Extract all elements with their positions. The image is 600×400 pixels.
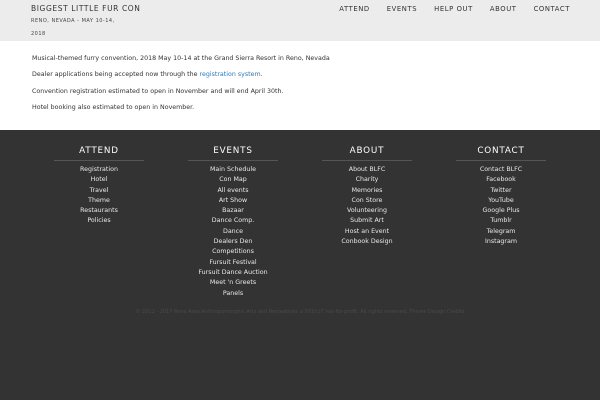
footer-link[interactable]: Submit Art	[322, 216, 412, 226]
footer-links-events: Main Schedule Con Map All events Art Show Ba…	[188, 165, 278, 299]
top-bar: BIGGEST LITTLE FUR CON RENO, NEVADA - MA…	[0, 0, 600, 41]
footer-link[interactable]: Telegram	[456, 227, 546, 237]
footer-link[interactable]: Hotel	[54, 175, 144, 185]
registration-text: Convention registration estimated to ope…	[32, 88, 284, 95]
copyright-notice: © 2012 - 2017 Reno Area Anthropomorphic …	[135, 309, 465, 315]
footer-link[interactable]: About BLFC	[322, 165, 412, 175]
footer-heading-events: EVENTS	[188, 146, 278, 161]
footer-link[interactable]: Host an Event	[322, 227, 412, 237]
registration-system-link[interactable]: registration system	[200, 71, 261, 78]
hotel-text: Hotel booking also estimated to open in …	[32, 104, 195, 111]
footer-link[interactable]: Fursuit Festival	[188, 258, 278, 268]
footer-column-contact: CONTACT Contact BLFC Facebook Twitter YouTu…	[456, 146, 546, 247]
footer-column-about: ABOUT About BLFC Charity Memories Con Store…	[322, 146, 412, 247]
footer-column-events: EVENTS Main Schedule Con Map All events Art…	[188, 146, 278, 299]
main-nav: ATTEND EVENTS HELP OUT ABOUT CONTACT	[339, 5, 570, 13]
footer-link[interactable]: Con Store	[322, 196, 412, 206]
footer-link[interactable]: Volunteering	[322, 206, 412, 216]
footer-link[interactable]: Restaurants	[54, 206, 144, 216]
site-brand[interactable]: BIGGEST LITTLE FUR CON RENO, NEVADA - MA…	[31, 4, 141, 41]
footer-link[interactable]: Bazaar	[188, 206, 278, 216]
footer-link[interactable]: Tumblr	[456, 216, 546, 226]
dealer-text-prefix: Dealer applications being accepted now t…	[32, 71, 200, 78]
footer-link[interactable]: Con Map	[188, 175, 278, 185]
footer-link[interactable]: Twitter	[456, 186, 546, 196]
footer-links-contact: Contact BLFC Facebook Twitter YouTube Google…	[456, 165, 546, 247]
footer-link[interactable]: Registration	[54, 165, 144, 175]
site-title[interactable]: BIGGEST LITTLE FUR CON	[31, 4, 141, 14]
footer-link[interactable]: Competitions	[188, 247, 278, 257]
footer-link[interactable]: All events	[188, 186, 278, 196]
footer-link[interactable]: Instagram	[456, 237, 546, 247]
footer-links-attend: Registration Hotel Travel Theme Restaurants P…	[54, 165, 144, 227]
footer-heading-contact: CONTACT	[456, 146, 546, 161]
footer: ATTEND Registration Hotel Travel Theme Resta…	[0, 130, 600, 400]
intro-text: Musical-themed furry convention, 2018 Ma…	[32, 55, 330, 62]
footer-link[interactable]: Google Plus	[456, 206, 546, 216]
footer-heading-attend: ATTEND	[54, 146, 144, 161]
footer-link[interactable]: Theme	[54, 196, 144, 206]
nav-events[interactable]: EVENTS	[387, 5, 417, 13]
footer-links-about: About BLFC Charity Memories Con Store Volunt…	[322, 165, 412, 247]
dealer-text-suffix: .	[260, 71, 263, 78]
footer-heading-about: ABOUT	[322, 146, 412, 161]
footer-link[interactable]: Policies	[54, 216, 144, 226]
main-content: Musical-themed furry convention, 2018 Ma…	[0, 41, 600, 130]
footer-link[interactable]: Contact BLFC	[456, 165, 546, 175]
footer-link[interactable]: Conbook Design	[322, 237, 412, 247]
footer-link[interactable]: Main Schedule	[188, 165, 278, 175]
footer-link[interactable]: Panels	[188, 289, 278, 299]
nav-contact[interactable]: CONTACT	[534, 5, 570, 13]
footer-link[interactable]: Memories	[322, 186, 412, 196]
nav-attend[interactable]: ATTEND	[339, 5, 370, 13]
footer-link[interactable]: Charity	[322, 175, 412, 185]
site-tagline: RENO, NEVADA - MAY 10-14, 2018	[31, 18, 115, 37]
footer-link[interactable]: Dealers Den	[188, 237, 278, 247]
footer-link[interactable]: Facebook	[456, 175, 546, 185]
nav-about[interactable]: ABOUT	[490, 5, 517, 13]
footer-link[interactable]: Art Show	[188, 196, 278, 206]
footer-link[interactable]: Dance Comp.	[188, 216, 278, 226]
footer-column-attend: ATTEND Registration Hotel Travel Theme Resta…	[54, 146, 144, 227]
nav-help-out[interactable]: HELP OUT	[434, 5, 473, 13]
footer-link[interactable]: Meet 'n Greets	[188, 278, 278, 288]
footer-link[interactable]: Dance	[188, 227, 278, 237]
dealer-text: Dealer applications being accepted now t…	[32, 71, 263, 78]
footer-link[interactable]: Fursuit Dance Auction	[188, 268, 278, 278]
footer-link[interactable]: Travel	[54, 186, 144, 196]
footer-link[interactable]: YouTube	[456, 196, 546, 206]
